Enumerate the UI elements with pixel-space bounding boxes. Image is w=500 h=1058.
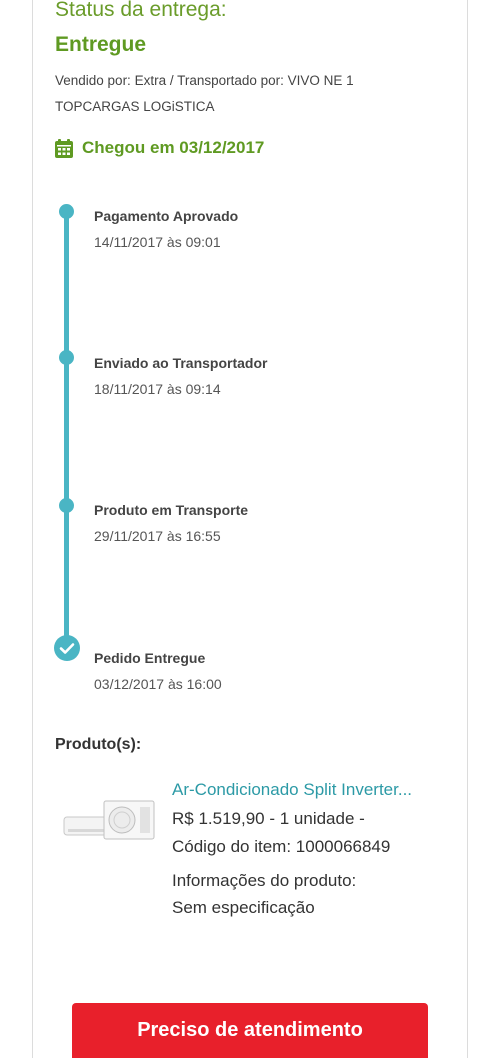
check-icon bbox=[59, 643, 75, 654]
timeline-step-title: Pagamento Aprovado bbox=[94, 208, 239, 224]
product-info-label: Informações do produto: bbox=[172, 871, 357, 890]
timeline-step-date: 14/11/2017 às 09:01 bbox=[94, 234, 221, 250]
timeline-dot bbox=[59, 498, 74, 513]
arrival-date: Chegou em 03/12/2017 bbox=[55, 138, 264, 158]
timeline-step-title: Pedido Entregue bbox=[94, 650, 206, 666]
timeline-step-date: 29/11/2017 às 16:55 bbox=[94, 528, 221, 544]
product-info-value: Sem especificação bbox=[172, 898, 315, 917]
timeline-step-title: Enviado ao Transportador bbox=[94, 355, 268, 371]
timeline-dot bbox=[59, 204, 74, 219]
timeline-step-date: 03/12/2017 às 16:00 bbox=[94, 676, 222, 692]
arrival-text: Chegou em 03/12/2017 bbox=[82, 138, 265, 157]
timeline-dot-completed bbox=[54, 635, 80, 661]
delivery-status-value: Entregue bbox=[55, 33, 147, 56]
timeline-step-title: Produto em Transporte bbox=[94, 502, 249, 518]
delivery-status-label: Status da entrega: bbox=[55, 0, 227, 21]
product-code: Código do item: 1000066849 bbox=[172, 837, 391, 856]
product-name-link[interactable]: Ar-Condicionado Split Inverter... bbox=[172, 780, 447, 800]
product-image bbox=[63, 800, 155, 840]
help-button[interactable]: Preciso de atendimento bbox=[72, 1003, 428, 1058]
timeline-dot bbox=[59, 350, 74, 365]
seller-info: Vendido por: Extra / Transportado por: V… bbox=[55, 73, 354, 114]
products-heading: Produto(s): bbox=[55, 736, 142, 753]
timeline-step-date: 18/11/2017 às 09:14 bbox=[94, 381, 221, 397]
calendar-icon bbox=[55, 138, 73, 158]
product-price: R$ 1.519,90 - 1 unidade - bbox=[172, 809, 365, 828]
timeline-line bbox=[64, 212, 69, 648]
